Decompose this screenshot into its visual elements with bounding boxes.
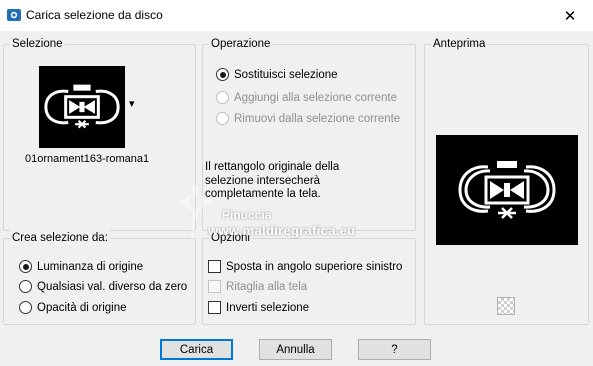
radio-opacity-indicator[interactable] [19, 301, 32, 314]
close-icon: ✕ [563, 7, 577, 25]
radio-opacity-label: Opacità di origine [37, 301, 127, 314]
radio-nonzero-indicator[interactable] [19, 280, 32, 293]
operation-group-label: Operazione [209, 36, 273, 52]
app-icon [7, 9, 21, 21]
selection-group-label: Selezione [10, 36, 65, 52]
radio-source-opacity[interactable]: Opacità di origine [19, 301, 127, 314]
info-line-1: Il rettangolo originale della [205, 161, 340, 173]
radio-remove-indicator [216, 112, 229, 125]
radio-add-selection: Aggiungi alla selezione corrente [216, 91, 397, 104]
radio-add-label: Aggiungi alla selezione corrente [234, 91, 398, 104]
selection-group: Selezione ▾ 01ornament163-romana1 [3, 36, 196, 231]
checkbox-invert-label: Inverti selezione [226, 301, 310, 314]
selection-dropdown-icon[interactable]: ▾ [129, 97, 135, 110]
radio-remove-selection: Rimuovi dalla selezione corrente [216, 112, 400, 125]
selection-thumbnail[interactable] [39, 66, 125, 148]
checkbox-invert-indicator[interactable] [208, 301, 221, 314]
radio-source-luminance[interactable]: Luminanza di origine [19, 260, 143, 273]
ornament-preview-image [458, 161, 556, 219]
title-bar: Carica selezione da disco ✕ [0, 0, 593, 31]
operation-info-text: Il rettangolo originale della selezione … [205, 161, 339, 202]
window-title: Carica selezione da disco [26, 8, 163, 22]
options-group: Opzioni Sposta in angolo superiore sinis… [202, 230, 416, 325]
create-from-group: Crea selezione da: Luminanza di origine … [3, 230, 196, 325]
radio-add-indicator [216, 91, 229, 104]
preview-group-label: Anteprima [431, 36, 488, 52]
help-button[interactable]: ? [358, 339, 431, 360]
radio-luminance-label: Luminanza di origine [37, 260, 144, 273]
radio-replace-selection[interactable]: Sostituisci selezione [216, 68, 338, 81]
checkbox-crop-indicator [208, 280, 221, 293]
options-group-label: Opzioni [209, 230, 252, 246]
transparency-toggle-icon[interactable] [497, 297, 515, 315]
close-button[interactable]: ✕ [547, 0, 593, 31]
info-line-3: completamente la tela. [205, 188, 321, 200]
radio-replace-indicator[interactable] [216, 68, 229, 81]
checkbox-move-top-left[interactable]: Sposta in angolo superiore sinistro [208, 260, 402, 273]
create-from-group-label: Crea selezione da: [10, 230, 110, 246]
cancel-button[interactable]: Annulla [259, 339, 332, 360]
checkbox-move-label: Sposta in angolo superiore sinistro [226, 260, 403, 273]
selection-filename: 01ornament163-romana1 [25, 153, 150, 165]
preview-group: Anteprima [424, 36, 589, 325]
checkbox-move-indicator[interactable] [208, 260, 221, 273]
checkbox-crop-label: Ritaglia alla tela [226, 280, 308, 293]
operation-group: Operazione Sostituisci selezione Aggiung… [202, 36, 416, 231]
radio-remove-label: Rimuovi dalla selezione corrente [234, 112, 401, 125]
radio-source-nonzero[interactable]: Qualsiasi val. diverso da zero [19, 280, 187, 293]
radio-luminance-indicator[interactable] [19, 260, 32, 273]
load-button[interactable]: Carica [160, 339, 233, 360]
checkbox-crop-canvas: Ritaglia alla tela [208, 280, 307, 293]
ornament-thumbnail-image [44, 84, 120, 129]
radio-nonzero-label: Qualsiasi val. diverso da zero [37, 280, 188, 293]
radio-replace-label: Sostituisci selezione [234, 68, 338, 81]
info-line-2: selezione intersecherà [205, 174, 321, 187]
preview-canvas [436, 135, 578, 245]
checkbox-invert-selection[interactable]: Inverti selezione [208, 301, 309, 314]
